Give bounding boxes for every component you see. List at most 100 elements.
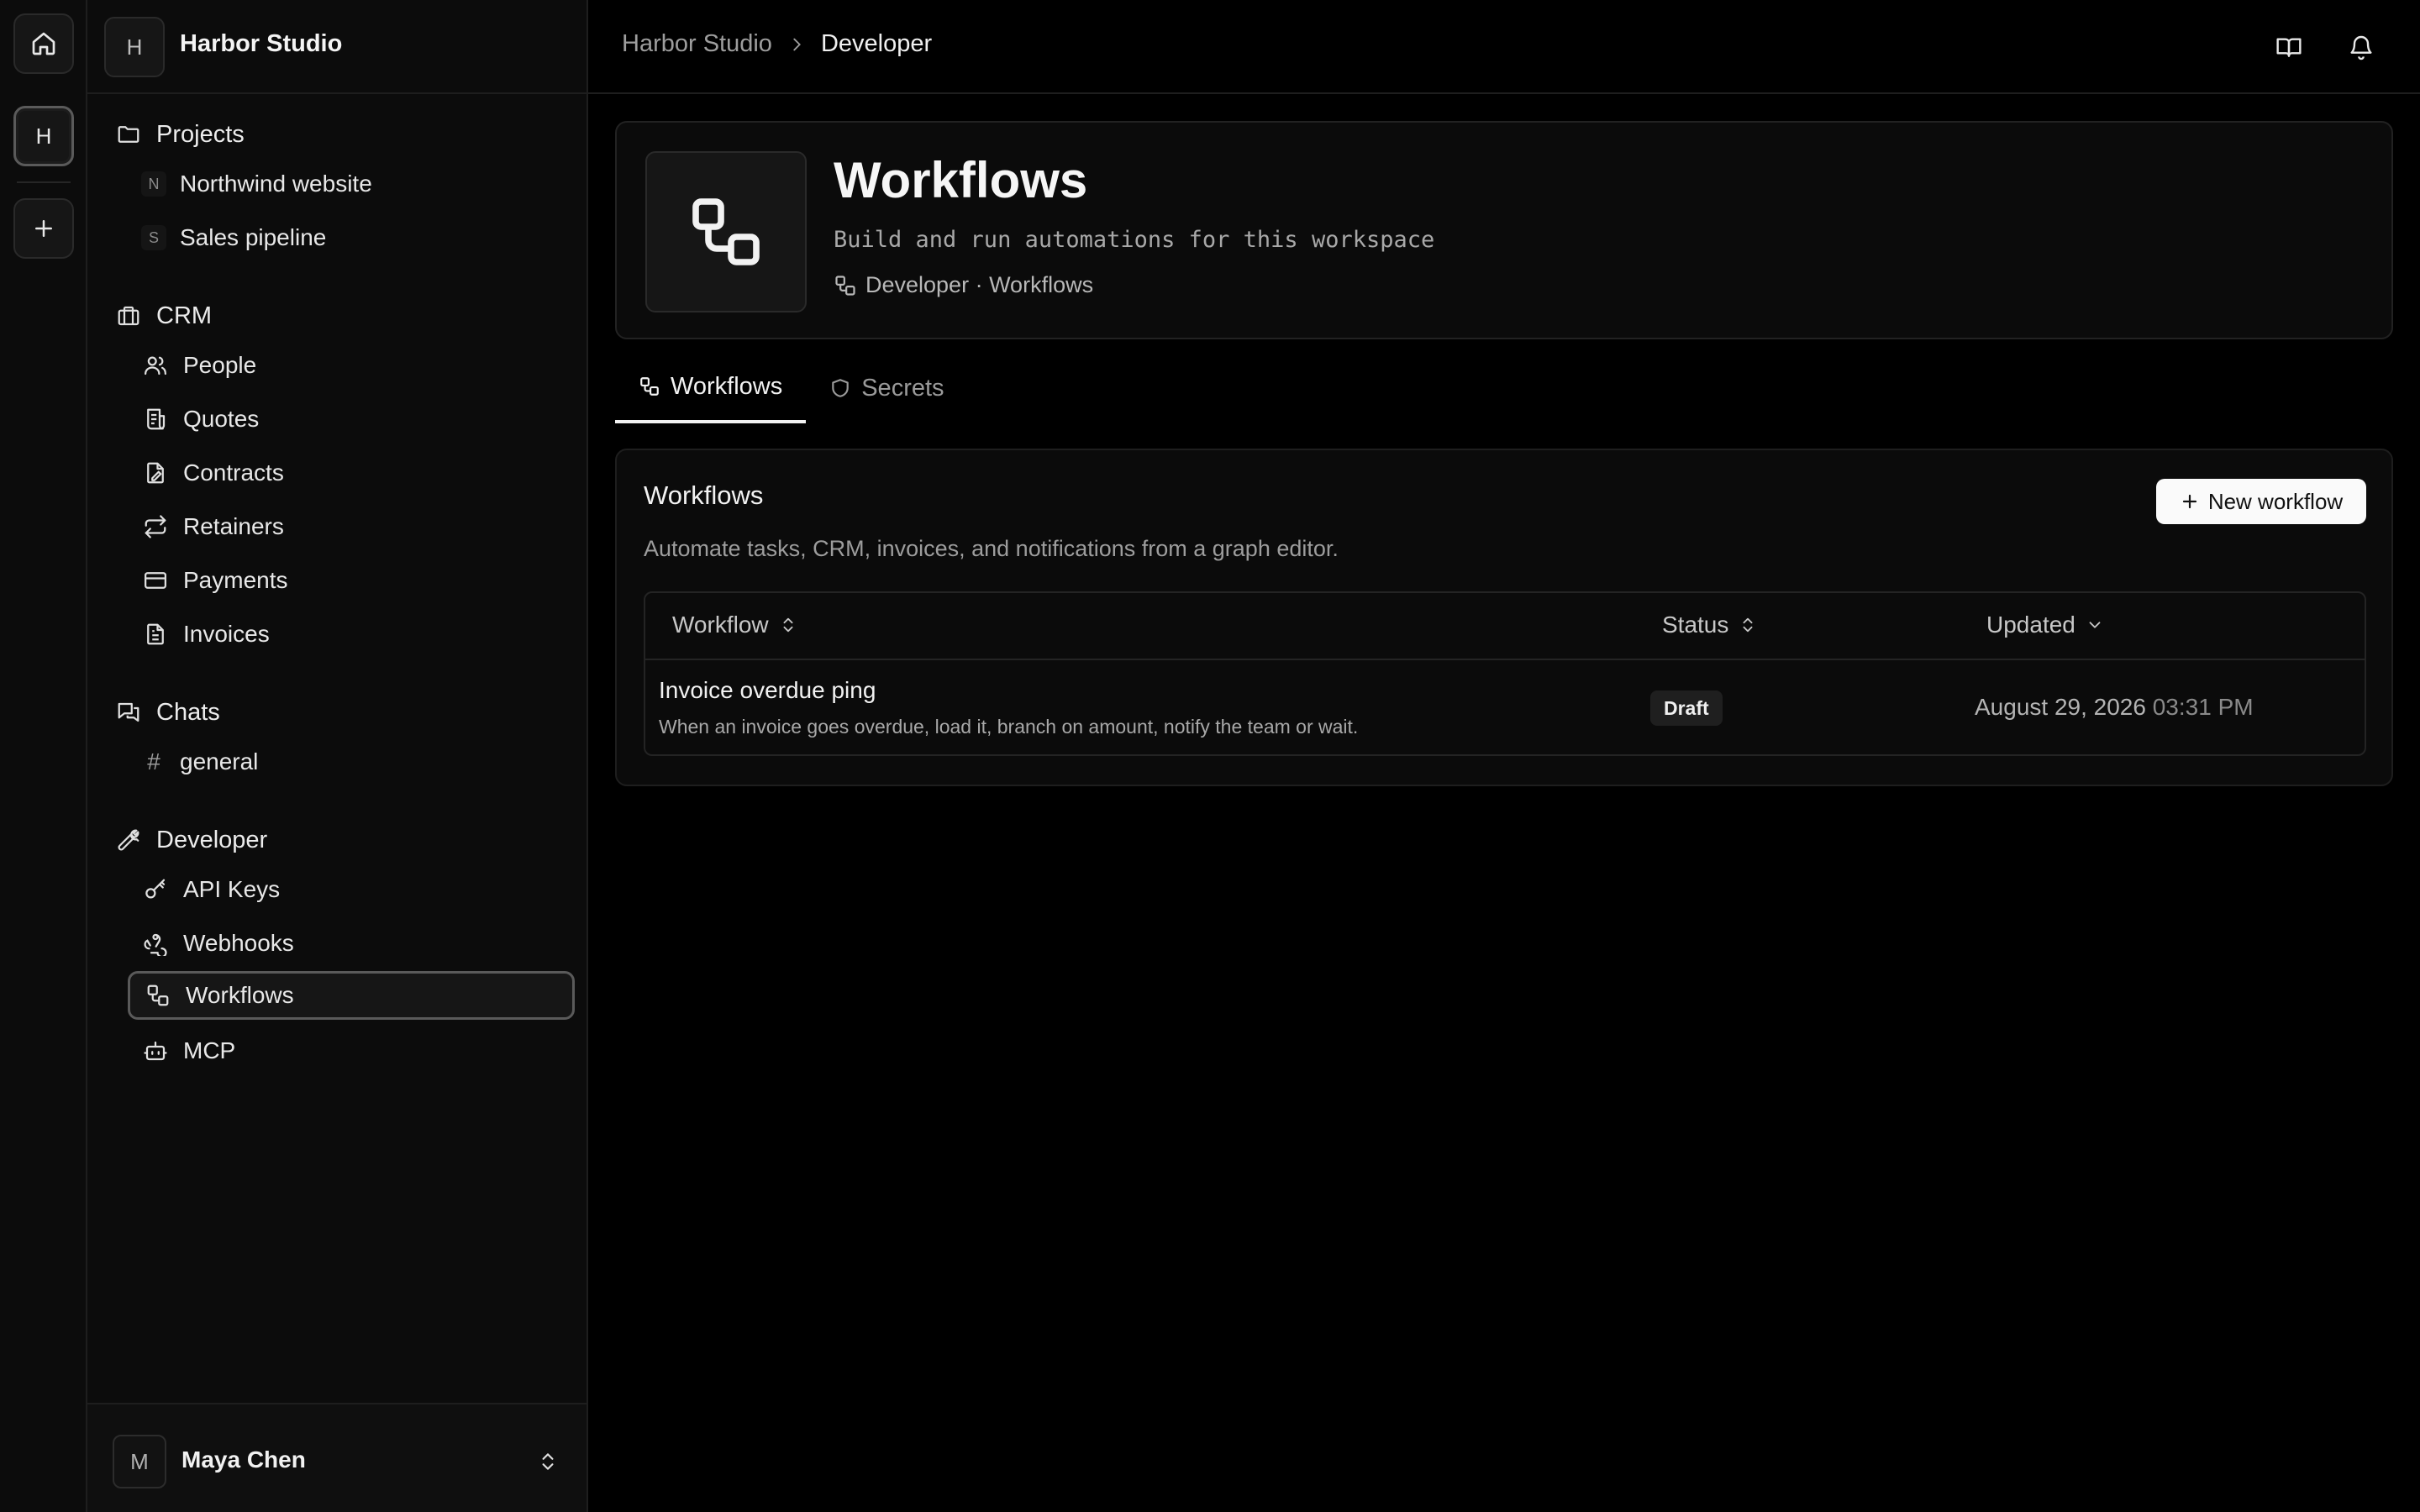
- workspace-switch-button[interactable]: H: [13, 106, 74, 166]
- page-meta-text: Developer · Workflows: [865, 272, 1094, 297]
- sidebar-item-label: Invoices: [183, 621, 270, 647]
- rail-divider: [17, 181, 71, 183]
- sidebar-item-label: Quotes: [183, 406, 260, 432]
- tab-label: Secrets: [861, 374, 944, 402]
- workflow-name[interactable]: Invoice overdue ping: [659, 677, 876, 704]
- workflow-description: When an invoice goes overdue, load it, b…: [659, 716, 1359, 738]
- sidebar-item-mcp[interactable]: MCP: [128, 1026, 575, 1075]
- repeat-icon: [141, 512, 170, 541]
- sidebar-item-label: API Keys: [183, 876, 281, 902]
- topbar: Harbor Studio Developer: [588, 0, 2420, 94]
- user-menu[interactable]: M Maya Chen: [87, 1403, 587, 1512]
- breadcrumb-parent[interactable]: Harbor Studio: [622, 30, 772, 58]
- sidebar-item-quotes[interactable]: Quotes: [128, 395, 575, 444]
- sort-icon: [1739, 616, 1757, 634]
- sidebar-item-label: Payments: [183, 567, 288, 593]
- plus-icon: [31, 216, 56, 241]
- column-label: Updated: [1986, 612, 2075, 638]
- sidebar-section-crm[interactable]: CRM: [114, 297, 212, 334]
- tab-label: Workflows: [671, 372, 783, 400]
- receipt-icon: [141, 405, 170, 433]
- sidebar-item-label: Northwind website: [180, 171, 372, 197]
- key-icon: [141, 875, 170, 904]
- chevrons-up-down-icon[interactable]: [533, 1446, 563, 1477]
- table-header: Workflow Status Updated: [645, 593, 2365, 660]
- button-label: New workflow: [2207, 488, 2344, 514]
- sidebar-item-people[interactable]: People: [128, 341, 575, 390]
- sidebar: H Harbor Studio Projects N Northwind web…: [87, 0, 588, 1512]
- workflow-icon: [144, 981, 172, 1010]
- sort-icon: [779, 616, 797, 634]
- section-label: Projects: [156, 120, 245, 148]
- shield-icon: [829, 377, 851, 399]
- sidebar-item-label: Retainers: [183, 513, 284, 539]
- updated-timestamp: August 29, 2026 03:31 PM: [1975, 694, 2254, 721]
- workflows-table: Workflow Status Updated Invoice overdue …: [644, 591, 2366, 756]
- add-workspace-button[interactable]: [13, 198, 74, 259]
- home-icon: [30, 30, 57, 57]
- tab-workflows[interactable]: Workflows: [615, 353, 807, 423]
- home-button[interactable]: [13, 13, 74, 74]
- sidebar-item-workflows[interactable]: Workflows: [128, 971, 575, 1020]
- workspace-name[interactable]: Harbor Studio: [180, 30, 342, 58]
- sidebar-item-label: People: [183, 352, 257, 378]
- workflows-card: Workflows Automate tasks, CRM, invoices,…: [615, 449, 2393, 786]
- page-meta: Developer · Workflows: [834, 272, 1093, 298]
- page-subtitle: Build and run automations for this works…: [834, 227, 1435, 253]
- section-label: CRM: [156, 302, 213, 329]
- sidebar-item-api-keys[interactable]: API Keys: [128, 865, 575, 914]
- notifications-button[interactable]: [2343, 29, 2380, 66]
- section-label: Chats: [156, 698, 220, 726]
- column-header-updated[interactable]: Updated: [1986, 612, 2104, 638]
- credit-card-icon: [141, 566, 170, 595]
- workspace-initial: H: [35, 123, 52, 149]
- column-label: Workflow: [672, 612, 769, 638]
- avatar: M: [113, 1435, 166, 1488]
- bell-icon: [2348, 34, 2375, 60]
- section-label: Developer: [156, 826, 268, 853]
- card-description: Automate tasks, CRM, invoices, and notif…: [644, 536, 1339, 561]
- updated-time: 03:31 PM: [2152, 694, 2254, 720]
- sidebar-section-developer[interactable]: Developer: [114, 822, 267, 858]
- sidebar-item-label: MCP: [183, 1037, 236, 1063]
- card-title: Workflows: [644, 480, 764, 510]
- webhook-icon: [141, 929, 170, 958]
- sidebar-item-payments[interactable]: Payments: [128, 556, 575, 605]
- sidebar-item-label: Webhooks: [183, 930, 294, 956]
- messages-icon: [114, 698, 143, 727]
- bot-icon: [141, 1037, 170, 1065]
- workspace-rail: H: [0, 0, 87, 1512]
- column-header-workflow[interactable]: Workflow: [672, 612, 797, 638]
- sidebar-item-webhooks[interactable]: Webhooks: [128, 919, 575, 968]
- breadcrumb: Harbor Studio Developer: [622, 30, 932, 58]
- column-header-status[interactable]: Status: [1662, 612, 1757, 638]
- sidebar-item-invoices[interactable]: Invoices: [128, 610, 575, 659]
- tab-secrets[interactable]: Secrets: [806, 353, 967, 423]
- workspace-avatar[interactable]: H: [104, 17, 165, 77]
- wrench-icon: [114, 826, 143, 854]
- project-initial: N: [141, 171, 166, 197]
- chevron-down-icon: [2086, 616, 2104, 634]
- table-row[interactable]: Invoice overdue ping When an invoice goe…: [645, 660, 2365, 754]
- sidebar-item-contracts[interactable]: Contracts: [128, 449, 575, 497]
- hash-icon: #: [147, 748, 160, 774]
- project-initial: S: [141, 225, 166, 250]
- sidebar-item-label: Contracts: [183, 459, 284, 486]
- user-name: Maya Chen: [182, 1446, 306, 1473]
- sidebar-section-chats[interactable]: Chats: [114, 694, 220, 731]
- sidebar-item-retainers[interactable]: Retainers: [128, 502, 575, 551]
- sidebar-item-northwind-website[interactable]: N Northwind website: [128, 160, 575, 208]
- tab-bar: Workflows Secrets: [615, 353, 968, 423]
- docs-button[interactable]: [2270, 29, 2307, 66]
- sidebar-section-projects[interactable]: Projects: [114, 116, 245, 153]
- file-text-icon: [141, 620, 170, 648]
- workflow-icon: [645, 151, 807, 312]
- sidebar-item-general[interactable]: # general: [128, 738, 575, 786]
- new-workflow-button[interactable]: New workflow: [2156, 479, 2366, 524]
- sidebar-item-sales-pipeline[interactable]: S Sales pipeline: [128, 213, 575, 262]
- page-header-card: Workflows Build and run automations for …: [615, 121, 2393, 339]
- sidebar-header: H Harbor Studio: [87, 0, 587, 94]
- page-title: Workflows: [834, 152, 1088, 208]
- column-label: Status: [1662, 612, 1729, 638]
- status-badge: Draft: [1650, 690, 1723, 726]
